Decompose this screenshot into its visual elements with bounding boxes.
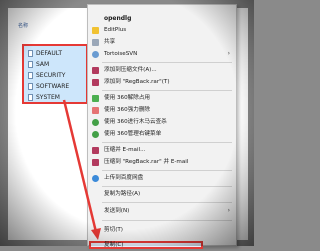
editplus-icon — [92, 27, 99, 34]
menu-item-360-trojan-scan[interactable]: 使用 360进行木马云查杀 — [88, 117, 236, 128]
winrar-icon — [92, 79, 99, 86]
file-icon — [28, 82, 33, 90]
menu-item-label: 上传到百度网盘 — [104, 175, 144, 181]
file-icon — [28, 71, 33, 79]
menu-item-label: 发送到(N) — [104, 208, 130, 214]
submenu-arrow-icon: › — [227, 207, 230, 214]
menu-item-label: 压缩到 "RegBack.rar" 并 E-mail — [104, 159, 189, 165]
360-icon — [92, 107, 99, 114]
context-menu: opendlg EditPlus 共享 TortoiseSVN › 添加到压缩文… — [87, 4, 237, 249]
menu-item-cut[interactable]: 剪切(T) — [88, 225, 236, 236]
file-item-default[interactable]: DEFAULT — [28, 48, 62, 58]
name-column-header[interactable]: 名称 — [18, 22, 28, 29]
menu-item-label: 共享 — [104, 39, 116, 45]
menu-item-editplus[interactable]: EditPlus — [88, 25, 236, 36]
menu-item-share[interactable]: 共享 — [88, 37, 236, 48]
baidu-icon — [92, 175, 99, 182]
menu-item-add-regback[interactable]: 添加到 "RegBack.rar"(T) — [88, 77, 236, 88]
file-icon — [28, 60, 33, 68]
file-icon — [28, 49, 33, 57]
file-name: SECURITY — [36, 71, 66, 79]
menu-item-360-right-menu[interactable]: 使用 360管理右键菜单 — [88, 129, 236, 140]
menu-item-label: TortoiseSVN — [104, 51, 138, 57]
menu-item-label: 使用 360进行木马云查杀 — [104, 119, 167, 125]
file-item-software[interactable]: SOFTWARE — [28, 81, 69, 91]
menu-item-label: EditPlus — [104, 27, 127, 33]
share-icon — [92, 39, 99, 46]
menu-item-label: 使用 360解除占用 — [104, 95, 151, 101]
menu-item-baidu-upload[interactable]: 上传到百度网盘 — [88, 173, 236, 184]
file-name: SAM — [36, 60, 50, 68]
menu-separator — [102, 62, 232, 63]
menu-item-compress-email[interactable]: 压缩并 E-mail... — [88, 145, 236, 156]
menu-separator — [102, 170, 232, 171]
menu-item-label: 使用 360强力删除 — [104, 107, 151, 113]
360-green-icon — [92, 119, 99, 126]
menu-item-label: 压缩并 E-mail... — [104, 147, 146, 153]
menu-item-label: 添加到压缩文件(A)... — [104, 67, 157, 73]
winrar-icon — [92, 67, 99, 74]
360-green-icon — [92, 131, 99, 138]
menu-item-360-force-delete[interactable]: 使用 360强力删除 — [88, 105, 236, 116]
menu-item-label: 复制为路径(A) — [104, 191, 141, 197]
menu-item-360-unlock[interactable]: 使用 360解除占用 — [88, 93, 236, 104]
file-name: SYSTEM — [36, 93, 60, 101]
tortoisesvn-icon — [92, 51, 99, 58]
file-item-sam[interactable]: SAM — [28, 59, 49, 69]
menu-item-label: 添加到 "RegBack.rar"(T) — [104, 79, 170, 85]
menu-item-compress-regback-email[interactable]: 压缩到 "RegBack.rar" 并 E-mail — [88, 157, 236, 168]
menu-item-tortoisesvn[interactable]: TortoiseSVN › — [88, 49, 236, 60]
menu-item-label: 剪切(T) — [104, 227, 123, 233]
selected-files-box: DEFAULT SAM SECURITY SOFTWARE SYSTEM — [22, 44, 88, 104]
winrar-icon — [92, 147, 99, 154]
menu-item-send-to[interactable]: 发送到(N) › — [88, 206, 236, 217]
file-icon — [28, 93, 33, 101]
file-name: DEFAULT — [36, 49, 62, 57]
menu-separator — [102, 142, 232, 143]
winrar-icon — [92, 159, 99, 166]
menu-separator — [102, 186, 232, 187]
menu-item-add-archive[interactable]: 添加到压缩文件(A)... — [88, 65, 236, 76]
file-item-security[interactable]: SECURITY — [28, 70, 65, 80]
360-icon — [92, 95, 99, 102]
menu-item-opendlg[interactable]: opendlg — [88, 13, 236, 24]
menu-separator — [102, 202, 232, 203]
file-item-system[interactable]: SYSTEM — [28, 92, 60, 102]
file-name: SOFTWARE — [36, 82, 70, 90]
menu-item-copy-path[interactable]: 复制为路径(A) — [88, 189, 236, 200]
submenu-arrow-icon: › — [227, 50, 230, 57]
menu-item-label: opendlg — [104, 15, 132, 22]
menu-separator — [102, 220, 232, 221]
menu-separator — [102, 90, 232, 91]
menu-item-label: 使用 360管理右键菜单 — [104, 131, 162, 137]
